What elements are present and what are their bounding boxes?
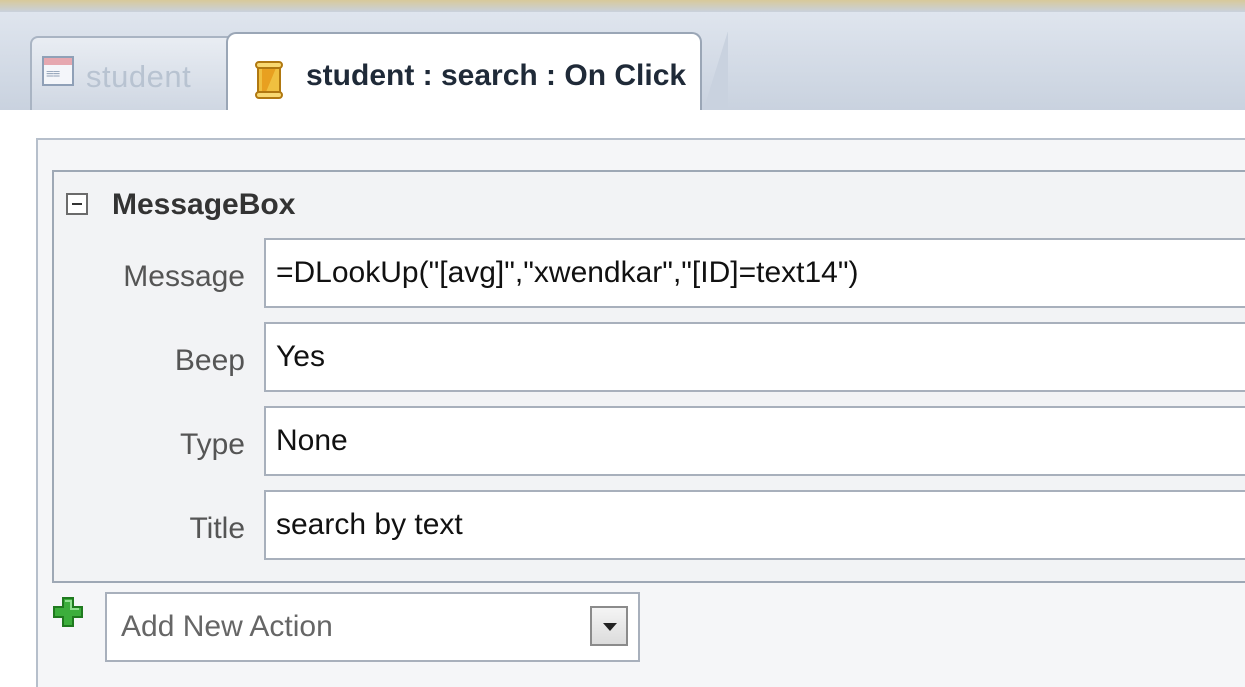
- macro-scroll-icon: [255, 61, 283, 99]
- macro-editor-area: MessageBox Message =DLookUp("[avg]","xwe…: [0, 110, 1245, 687]
- dropdown-arrow-icon[interactable]: [590, 606, 628, 646]
- window-top-edge: [0, 0, 1245, 12]
- tab-label: student : search : On Click: [306, 59, 687, 92]
- argument-label-beep: Beep: [174, 344, 245, 377]
- argument-label-message: Message: [123, 260, 245, 293]
- tab-label: student: [86, 59, 192, 94]
- macro-designer-window: student student : search : On Click Mess…: [0, 0, 1245, 687]
- title-field[interactable]: search by text: [264, 490, 1245, 560]
- type-field[interactable]: None: [264, 406, 1245, 476]
- action-name: MessageBox: [112, 188, 296, 221]
- document-tab-bar: student student : search : On Click: [0, 12, 1245, 128]
- tab-student-form[interactable]: student: [30, 36, 240, 116]
- collapse-icon[interactable]: [66, 193, 88, 215]
- form-icon: [42, 56, 74, 86]
- plus-icon[interactable]: [52, 596, 84, 628]
- add-new-action-combo[interactable]: Add New Action: [105, 592, 640, 662]
- argument-label-type: Type: [179, 428, 245, 461]
- add-new-action-placeholder: Add New Action: [121, 610, 333, 643]
- message-field[interactable]: =DLookUp("[avg]","xwendkar","[ID]=text14…: [264, 238, 1245, 308]
- beep-field[interactable]: Yes: [264, 322, 1245, 392]
- argument-label-title: Title: [189, 512, 245, 545]
